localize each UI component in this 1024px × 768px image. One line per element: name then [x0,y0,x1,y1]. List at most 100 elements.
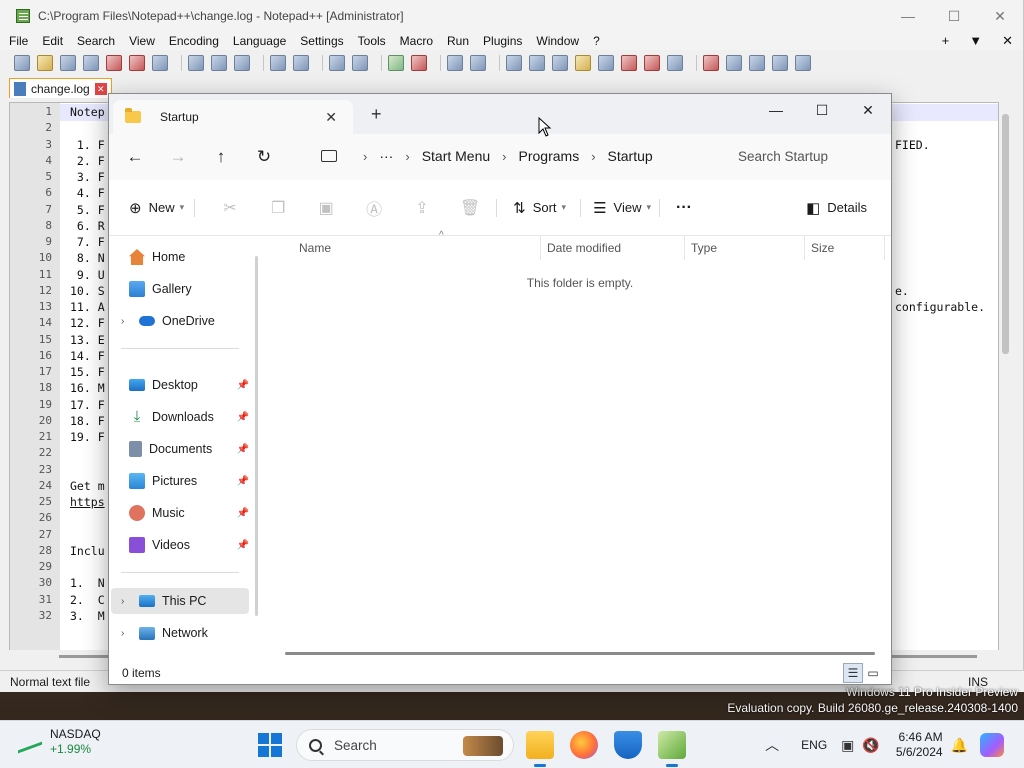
maximize-button[interactable]: ☐ [931,0,977,32]
volume-muted-icon[interactable]: 🔇 [862,737,879,754]
chevron-right-icon[interactable]: › [121,316,133,327]
doc-map-icon[interactable] [598,55,614,71]
taskbar-search-box[interactable]: Search [296,729,514,761]
menu-macro[interactable]: Macro [400,34,433,48]
function-list-icon[interactable] [621,55,637,71]
chevron-right-icon[interactable]: › [121,628,133,639]
new-tab-button[interactable]: + [942,33,950,49]
run-macro-multiple-icon[interactable] [772,55,788,71]
copilot-icon[interactable] [980,733,1004,757]
nav-item-onedrive[interactable]: › OneDrive [111,308,249,334]
input-language[interactable]: ENG [801,738,827,752]
cut-icon[interactable]: ✂ [218,198,242,218]
zoom-in-icon[interactable] [388,55,404,71]
folder-workspace-icon[interactable] [644,55,660,71]
pin-icon[interactable]: 📌 [237,380,249,391]
open-file-icon[interactable] [37,55,53,71]
nav-item-documents[interactable]: Documents 📌 [111,436,249,462]
nav-item-gallery[interactable]: Gallery [111,276,249,302]
close-button[interactable]: ✕ [977,0,1023,32]
copy-icon[interactable]: ❐ [266,198,290,218]
print-icon[interactable] [152,55,168,71]
stock-widget[interactable]: NASDAQ +1.99% [18,727,101,757]
breadcrumb-programs[interactable]: Programs [519,148,580,164]
column-header-name[interactable]: ^ Name [293,230,541,260]
menu-edit[interactable]: Edit [42,34,63,48]
explorer-minimize-button[interactable]: — [753,96,799,124]
details-button[interactable]: ◧ Details [806,199,867,217]
close-tab-icon[interactable]: ✕ [325,109,337,126]
explorer-maximize-button[interactable]: ☐ [799,96,845,124]
details-view-icon[interactable]: ☰ [843,663,863,683]
up-arrow-icon[interactable]: ↑ [204,140,238,174]
stop-macro-icon[interactable] [726,55,742,71]
delete-icon[interactable]: 🗑 [458,198,482,218]
column-header-date-modified[interactable]: Date modified [541,236,685,260]
show-hidden-icons-chevron-up-icon[interactable]: ︿ [765,735,779,755]
address-bar[interactable]: › ··· › Start Menu › Programs › Startup [311,140,719,172]
navigation-scrollbar[interactable] [255,256,258,616]
breadcrumb-startup[interactable]: Startup [608,148,653,164]
monitoring-icon[interactable] [667,55,683,71]
menu-settings[interactable]: Settings [300,34,343,48]
close-tab-button[interactable]: ✕ [1002,33,1013,49]
column-header-size[interactable]: Size [805,236,885,260]
menu-file[interactable]: File [9,34,28,48]
nav-item-videos[interactable]: Videos 📌 [111,532,249,558]
forward-arrow-icon[interactable]: → [161,140,195,174]
chevron-right-icon[interactable]: › [502,149,506,164]
explorer-close-button[interactable]: ✕ [845,96,891,124]
system-clock[interactable]: 6:46 AM 5/6/2024 [896,730,943,760]
menu-run[interactable]: Run [447,34,469,48]
view-button[interactable]: ☰ View ▾ [593,199,651,217]
nav-item-downloads[interactable]: ⤓ Downloads 📌 [111,404,249,430]
tab-list-button[interactable]: ▼ [969,33,982,49]
refresh-icon[interactable]: ↻ [247,140,281,174]
sync-horizontal-icon[interactable] [470,55,486,71]
save-all-icon[interactable] [83,55,99,71]
word-wrap-icon[interactable] [506,55,522,71]
tab-change-log[interactable]: change.log ✕ [9,78,112,98]
indent-guide-icon[interactable] [552,55,568,71]
sort-button[interactable]: ⇅ Sort ▾ [513,199,566,217]
nav-item-network[interactable]: › Network [111,620,249,646]
chevron-right-icon[interactable]: › [363,149,367,164]
menu-window[interactable]: Window [536,34,579,48]
network-status-icon[interactable]: ▣ [841,737,854,754]
replace-icon[interactable] [352,55,368,71]
menu-view[interactable]: View [129,34,155,48]
show-all-chars-icon[interactable] [529,55,545,71]
new-button[interactable]: ⊕ New ▾ [129,199,184,217]
nav-item-this-pc[interactable]: › This PC [111,588,249,614]
file-list-horizontal-scrollbar[interactable] [285,652,875,655]
file-list-pane[interactable]: ^ Name Date modified Type Size This fold… [265,230,891,661]
explorer-tab-startup[interactable]: Startup ✕ [113,100,353,134]
pin-icon[interactable]: 📌 [237,444,249,455]
menu-help[interactable]: ? [593,34,600,48]
undo-icon[interactable] [270,55,286,71]
taskbar-file-explorer-icon[interactable] [526,731,554,767]
scrollbar-thumb[interactable] [1002,114,1009,354]
paste-icon[interactable]: ▣ [314,198,338,218]
new-tab-plus-icon[interactable]: + [371,104,382,125]
redo-icon[interactable] [293,55,309,71]
share-icon[interactable]: ⇪ [410,198,434,218]
breadcrumb-start-menu[interactable]: Start Menu [422,148,490,164]
taskbar-firefox-icon[interactable] [570,731,598,759]
menu-plugins[interactable]: Plugins [483,34,522,48]
pin-icon[interactable]: 📌 [237,476,249,487]
see-more-button[interactable]: ··· [676,199,692,217]
sync-vertical-icon[interactable] [447,55,463,71]
taskbar-security-shield-icon[interactable] [614,731,642,759]
column-header-type[interactable]: Type [685,236,805,260]
pin-icon[interactable]: 📌 [237,540,249,551]
nav-item-desktop[interactable]: Desktop 📌 [111,372,249,398]
zoom-out-icon[interactable] [411,55,427,71]
search-input[interactable]: Search Startup [723,140,887,172]
tiles-view-icon[interactable]: ▭ [863,663,883,683]
find-icon[interactable] [329,55,345,71]
new-file-icon[interactable] [14,55,30,71]
editor-vertical-scrollbar[interactable] [999,102,1012,656]
record-macro-icon[interactable] [703,55,719,71]
nav-item-music[interactable]: Music 📌 [111,500,249,526]
